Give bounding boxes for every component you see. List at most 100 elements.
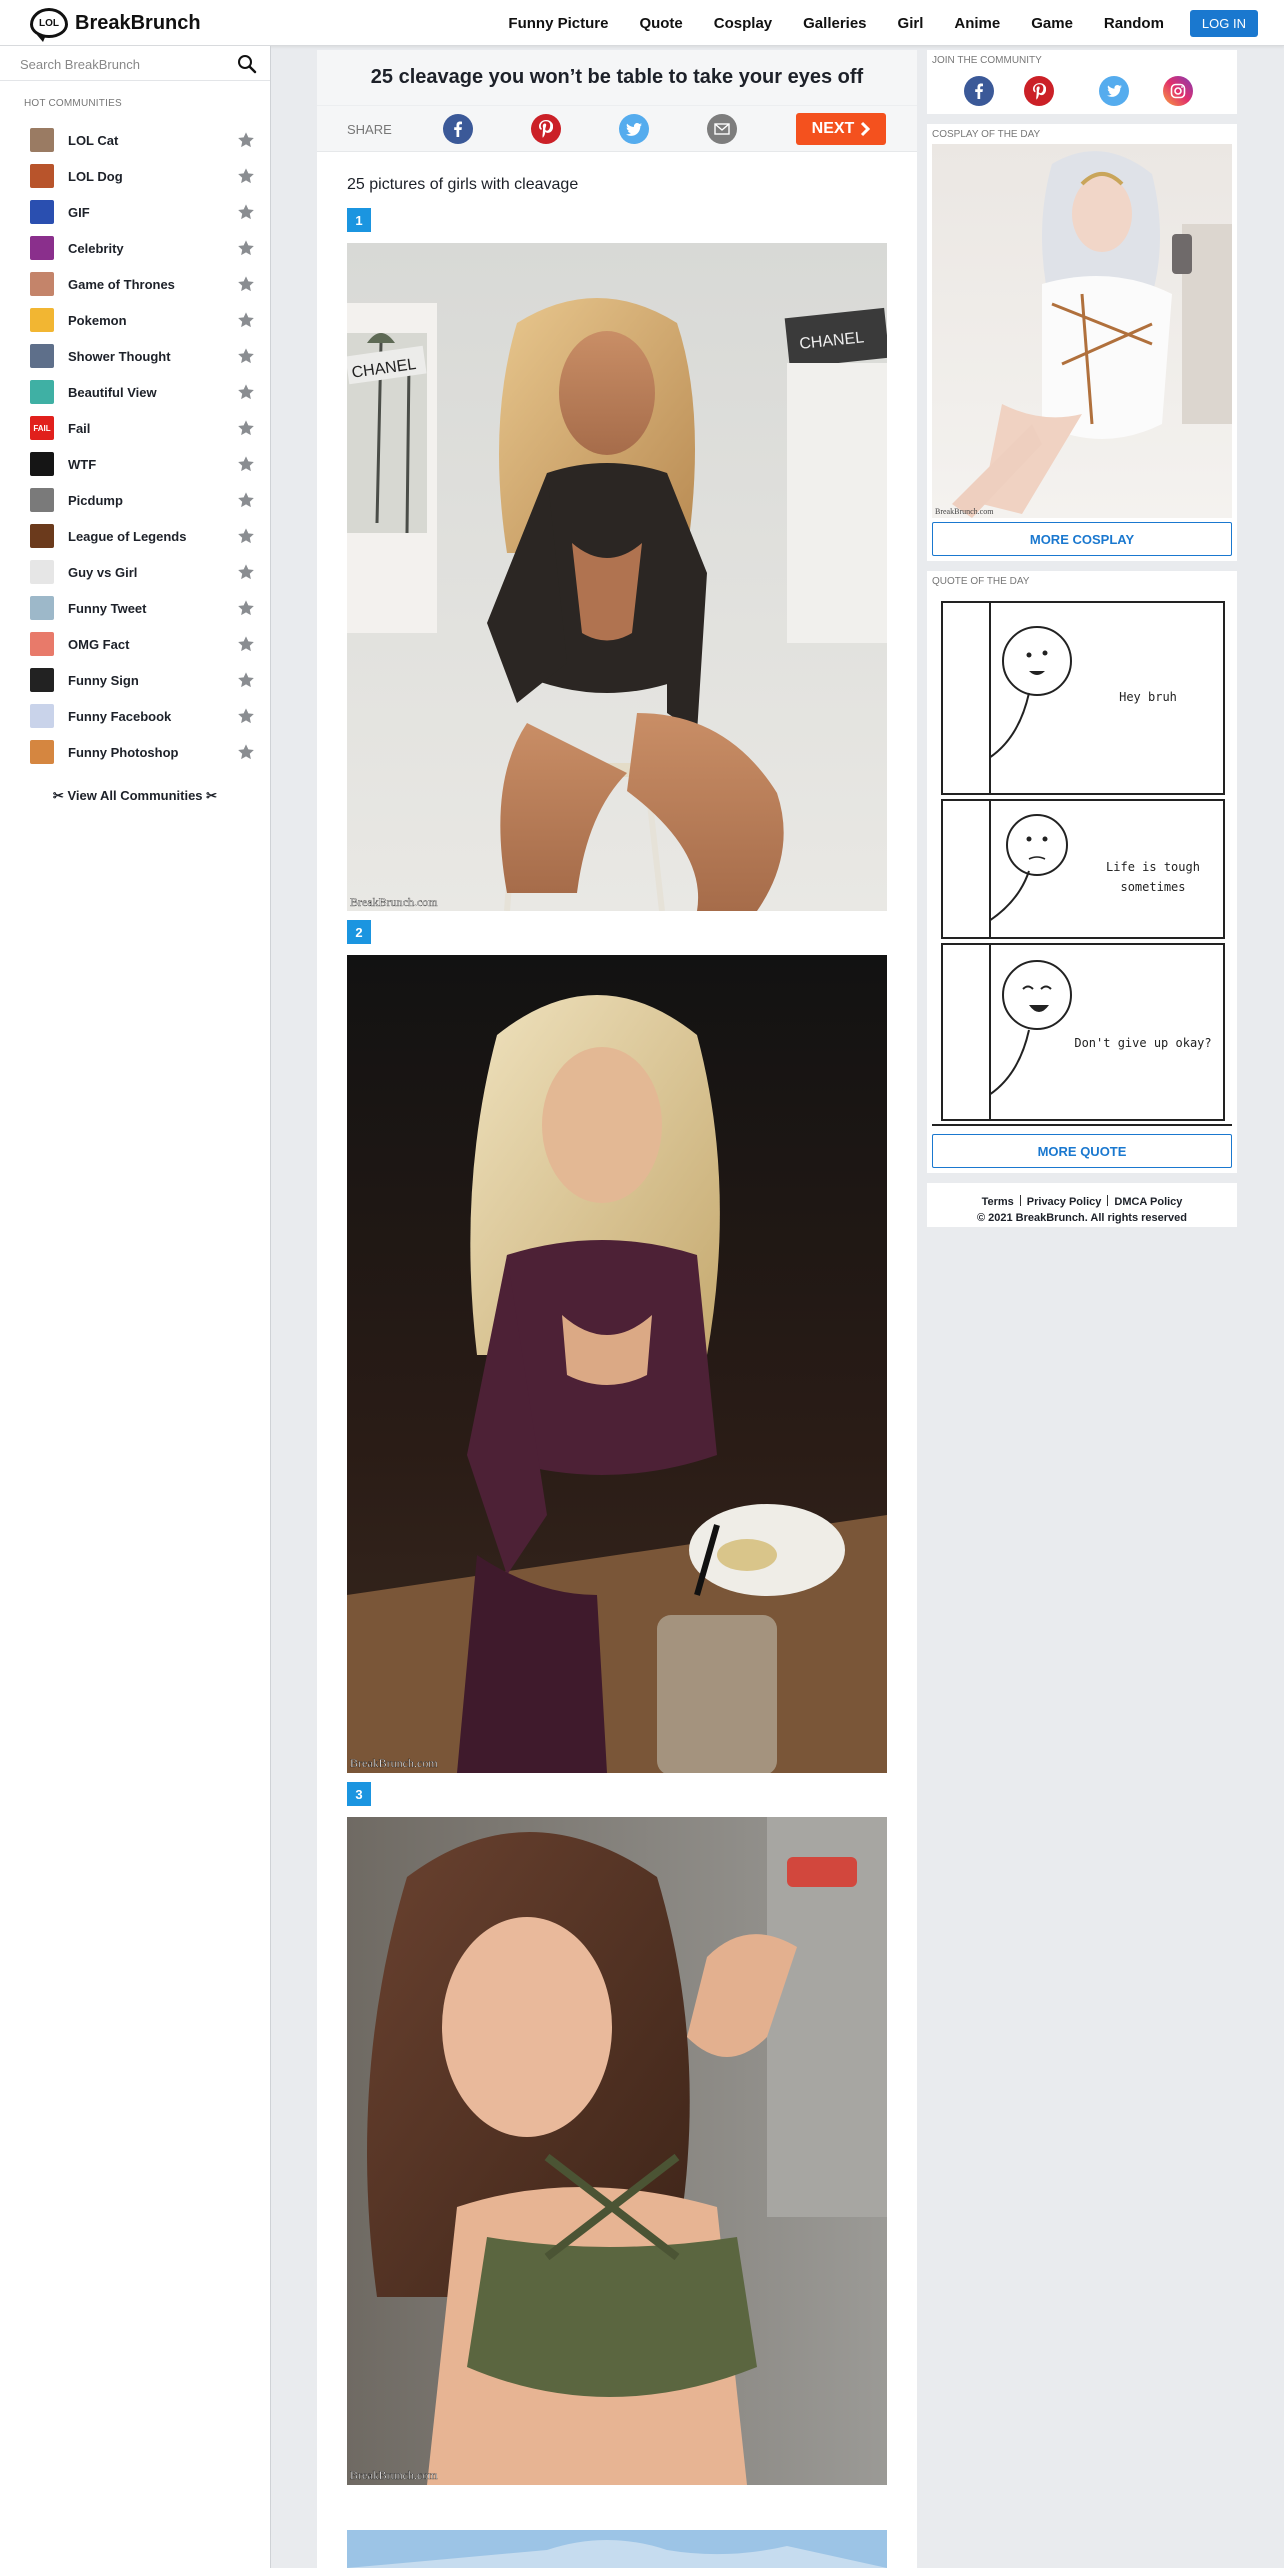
nav-galleries[interactable]: Galleries bbox=[803, 15, 866, 32]
search-bar bbox=[0, 46, 270, 81]
community-thumbnail bbox=[30, 524, 54, 548]
community-item-pokemon[interactable]: Pokemon bbox=[0, 302, 270, 338]
star-icon[interactable] bbox=[237, 167, 255, 185]
dmca-policy-link[interactable]: DMCA Policy bbox=[1114, 1196, 1182, 1208]
logo-badge: LOL bbox=[30, 8, 68, 42]
cosplay-photo: BreakBrunch.com bbox=[932, 144, 1232, 518]
site-logo[interactable]: LOL BreakBrunch bbox=[30, 5, 201, 42]
gallery-photo[interactable]: CHANEL CHANEL BreakBrunch.com bbox=[347, 243, 887, 911]
search-icon[interactable] bbox=[237, 54, 257, 74]
community-item-beautiful-view[interactable]: Beautiful View bbox=[0, 374, 270, 410]
star-icon[interactable] bbox=[237, 527, 255, 545]
twitter-follow-button[interactable] bbox=[1099, 76, 1129, 106]
email-share-button[interactable] bbox=[707, 114, 737, 144]
article-title: 25 cleavage you won’t be table to take y… bbox=[370, 66, 864, 88]
nav-cosplay[interactable]: Cosplay bbox=[714, 15, 772, 32]
star-icon[interactable] bbox=[237, 419, 255, 437]
pinterest-follow-button[interactable] bbox=[1024, 76, 1054, 106]
star-icon[interactable] bbox=[237, 203, 255, 221]
community-thumbnail bbox=[30, 704, 54, 728]
community-thumbnail bbox=[30, 560, 54, 584]
instagram-follow-button[interactable] bbox=[1163, 76, 1193, 106]
star-icon[interactable] bbox=[237, 455, 255, 473]
star-icon[interactable] bbox=[237, 131, 255, 149]
more-quote-button[interactable]: MORE QUOTE bbox=[932, 1134, 1232, 1168]
gallery-photo[interactable]: BreakBrunch.com bbox=[347, 1817, 887, 2485]
community-item-lol-dog[interactable]: LOL Dog bbox=[0, 158, 270, 194]
community-thumbnail bbox=[30, 668, 54, 692]
community-label: LOL Cat bbox=[68, 132, 119, 148]
community-list: LOL Cat LOL Dog GIF Celebrity Game of Throne… bbox=[0, 122, 270, 770]
star-icon[interactable] bbox=[237, 311, 255, 329]
community-item-league-of-legends[interactable]: League of Legends bbox=[0, 518, 270, 554]
star-icon[interactable] bbox=[237, 563, 255, 581]
footer-box: Terms Privacy Policy DMCA Policy © 2021 Br… bbox=[927, 1183, 1237, 1227]
star-icon[interactable] bbox=[237, 743, 255, 761]
star-icon[interactable] bbox=[237, 275, 255, 293]
facebook-share-button[interactable] bbox=[443, 114, 473, 144]
community-thumbnail bbox=[30, 596, 54, 620]
chevron-right-icon bbox=[861, 121, 871, 137]
pinterest-share-button[interactable] bbox=[531, 114, 561, 144]
community-item-omg-fact[interactable]: OMG Fact bbox=[0, 626, 270, 662]
star-icon[interactable] bbox=[237, 707, 255, 725]
star-icon[interactable] bbox=[237, 239, 255, 257]
gallery-photo[interactable]: BreakBrunch.com bbox=[347, 955, 887, 1773]
facebook-follow-button[interactable] bbox=[964, 76, 994, 106]
community-item-celebrity[interactable]: Celebrity bbox=[0, 230, 270, 266]
star-icon[interactable] bbox=[237, 347, 255, 365]
nav-anime[interactable]: Anime bbox=[954, 15, 1000, 32]
community-item-funny-sign[interactable]: Funny Sign bbox=[0, 662, 270, 698]
search-input[interactable] bbox=[20, 54, 220, 74]
next-button[interactable]: NEXT bbox=[796, 113, 886, 145]
comic-character bbox=[989, 626, 1072, 759]
nav-funny-picture[interactable]: Funny Picture bbox=[508, 15, 608, 32]
community-thumbnail: FAIL bbox=[30, 416, 54, 440]
community-thumbnail bbox=[30, 632, 54, 656]
star-icon[interactable] bbox=[237, 383, 255, 401]
cosplay-image[interactable]: BreakBrunch.com bbox=[932, 144, 1232, 518]
cosplay-title: COSPLAY OF THE DAY bbox=[932, 129, 1041, 140]
instagram-icon bbox=[1170, 83, 1186, 99]
gallery-photo[interactable] bbox=[347, 2530, 887, 2568]
watermark-text: BreakBrunch.com bbox=[350, 2468, 438, 2482]
community-item-funny-facebook[interactable]: Funny Facebook bbox=[0, 698, 270, 734]
comic-speech-2: Life is tough sometimes bbox=[1106, 860, 1200, 894]
star-icon[interactable] bbox=[237, 491, 255, 509]
community-label: Funny Sign bbox=[68, 672, 139, 688]
nav-quote[interactable]: Quote bbox=[639, 15, 682, 32]
view-all-communities-link[interactable]: ✂ View All Communities ✂ bbox=[0, 788, 270, 804]
community-item-lol-cat[interactable]: LOL Cat bbox=[0, 122, 270, 158]
comic-character bbox=[989, 960, 1072, 1096]
star-icon[interactable] bbox=[237, 671, 255, 689]
community-item-gif[interactable]: GIF bbox=[0, 194, 270, 230]
privacy-policy-link[interactable]: Privacy Policy bbox=[1027, 1196, 1102, 1208]
footer-links: Terms Privacy Policy DMCA Policy bbox=[927, 1195, 1237, 1208]
community-item-funny-photoshop[interactable]: Funny Photoshop bbox=[0, 734, 270, 770]
community-item-wtf[interactable]: WTF bbox=[0, 446, 270, 482]
comic-panel: Hey bruh bbox=[941, 601, 1225, 795]
community-label: GIF bbox=[68, 204, 90, 220]
community-item-picdump[interactable]: Picdump bbox=[0, 482, 270, 518]
nav-game[interactable]: Game bbox=[1031, 15, 1073, 32]
community-item-shower-thought[interactable]: Shower Thought bbox=[0, 338, 270, 374]
facebook-icon bbox=[975, 83, 983, 99]
scissors-icon: ✂ bbox=[52, 788, 64, 803]
more-cosplay-button[interactable]: MORE COSPLAY bbox=[932, 522, 1232, 556]
community-label: Picdump bbox=[68, 492, 123, 508]
hot-communities-title: HOT COMMUNITIES bbox=[24, 98, 122, 109]
community-item-guy-vs-girl[interactable]: Guy vs Girl bbox=[0, 554, 270, 590]
comic-panel: Life is tough sometimes bbox=[941, 799, 1225, 939]
view-all-label: View All Communities bbox=[67, 788, 203, 803]
item-number-badge: 3 bbox=[347, 1782, 371, 1806]
community-item-game-of-thrones[interactable]: Game of Thrones bbox=[0, 266, 270, 302]
twitter-share-button[interactable] bbox=[619, 114, 649, 144]
terms-link[interactable]: Terms bbox=[982, 1196, 1014, 1208]
nav-random[interactable]: Random bbox=[1104, 15, 1164, 32]
star-icon[interactable] bbox=[237, 635, 255, 653]
star-icon[interactable] bbox=[237, 599, 255, 617]
community-item-funny-tweet[interactable]: Funny Tweet bbox=[0, 590, 270, 626]
login-button[interactable]: LOG IN bbox=[1189, 9, 1258, 37]
community-item-fail[interactable]: FAIL Fail bbox=[0, 410, 270, 446]
nav-girl[interactable]: Girl bbox=[898, 15, 924, 32]
